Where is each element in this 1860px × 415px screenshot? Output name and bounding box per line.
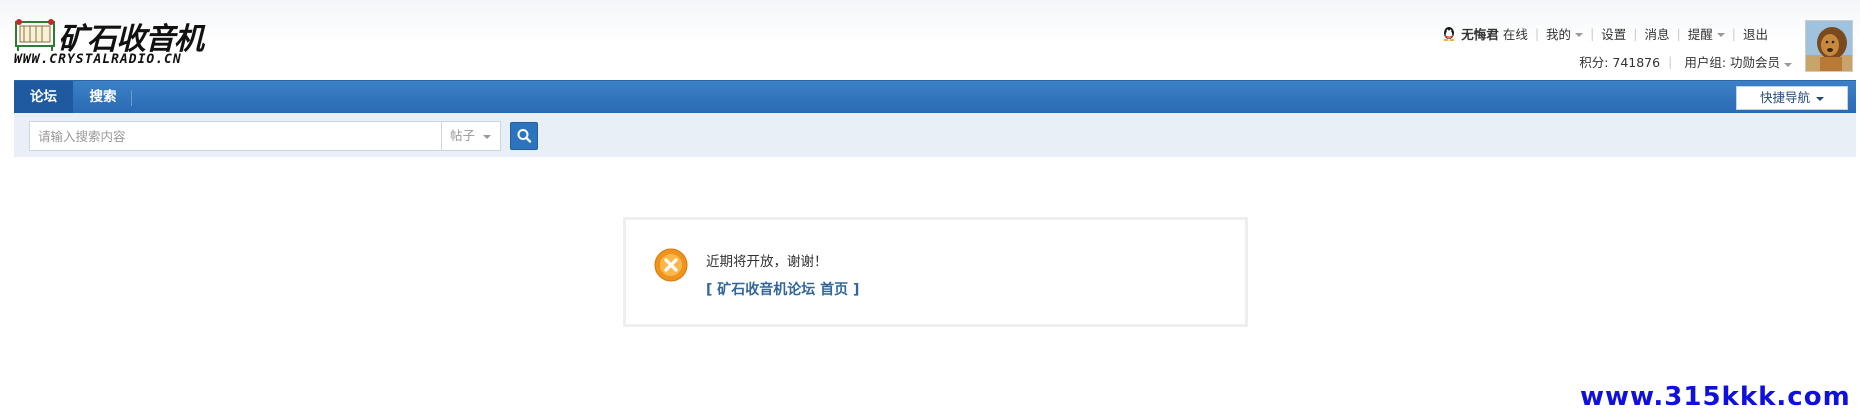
divider: |	[1534, 25, 1540, 41]
divider: |	[1633, 25, 1638, 41]
usergroup-label: 用户组: 功勋会员	[1684, 54, 1780, 70]
chevron-down-icon	[483, 134, 492, 139]
divider: |	[1590, 25, 1595, 41]
search-icon	[517, 129, 532, 143]
search-button[interactable]	[510, 122, 538, 150]
message-text: 近期将开放，谢谢！	[706, 254, 828, 270]
main-nav: 论坛 搜索 快捷导航	[14, 80, 1856, 113]
divider: |	[1668, 53, 1673, 69]
chevron-down-icon	[1816, 96, 1824, 101]
username-link[interactable]: 无悔君	[1461, 24, 1499, 43]
divider: |	[1676, 25, 1681, 41]
usergroup-menu[interactable]: 用户组: 功勋会员	[1684, 52, 1792, 71]
chevron-down-icon	[1716, 33, 1725, 37]
nav-tab-forum[interactable]: 论坛	[14, 81, 73, 113]
nav-tab-search[interactable]: 搜索	[73, 81, 133, 113]
nav-divider	[131, 90, 132, 106]
site-logo[interactable]: 矿石收音机 WWW.CRYSTALRADIO.CN	[14, 14, 204, 70]
chevron-down-icon	[1575, 33, 1584, 37]
quick-nav-label: 快捷导航	[1759, 90, 1810, 105]
search-input[interactable]	[29, 121, 441, 151]
logo-url: WWW.CRYSTALRADIO.CN	[14, 52, 182, 67]
watermark: www.315kkk.com	[1580, 382, 1851, 412]
crystal-radio-logo-icon	[15, 19, 55, 51]
points-link[interactable]: 积分: 741876	[1579, 52, 1660, 71]
divider: |	[1731, 25, 1736, 41]
forum-home-link[interactable]: [ 矿石收音机论坛 首页 ]	[706, 279, 859, 299]
error-x-icon	[654, 248, 688, 282]
qq-penguin-icon	[1443, 27, 1455, 41]
my-menu[interactable]: 我的	[1546, 24, 1584, 43]
quick-nav-button[interactable]: 快捷导航	[1736, 86, 1848, 110]
user-stats: 积分: 741876 | 用户组: 功勋会员	[1579, 52, 1792, 70]
search-bar: 帖子	[14, 113, 1856, 157]
messages-link[interactable]: 消息	[1645, 24, 1670, 43]
site-header: 矿石收音机 WWW.CRYSTALRADIO.CN 无悔君 在线 | 我的 | …	[0, 0, 1860, 80]
online-status[interactable]: 在线	[1503, 24, 1528, 43]
lion-avatar-icon	[1806, 21, 1852, 71]
chevron-down-icon	[1784, 62, 1792, 67]
my-menu-label: 我的	[1546, 26, 1572, 42]
remind-menu[interactable]: 提醒	[1688, 24, 1725, 43]
user-toolbar: 无悔君 在线 | 我的 | 设置 | 消息 | 提醒 | 退出	[1441, 24, 1768, 42]
search-type-label: 帖子	[450, 128, 476, 143]
search-type-select[interactable]: 帖子	[441, 121, 501, 151]
settings-link[interactable]: 设置	[1601, 24, 1626, 43]
logout-link[interactable]: 退出	[1743, 24, 1768, 43]
message-box: 近期将开放，谢谢！ [ 矿石收音机论坛 首页 ]	[623, 217, 1248, 327]
avatar[interactable]	[1805, 20, 1853, 72]
remind-label: 提醒	[1687, 26, 1713, 42]
